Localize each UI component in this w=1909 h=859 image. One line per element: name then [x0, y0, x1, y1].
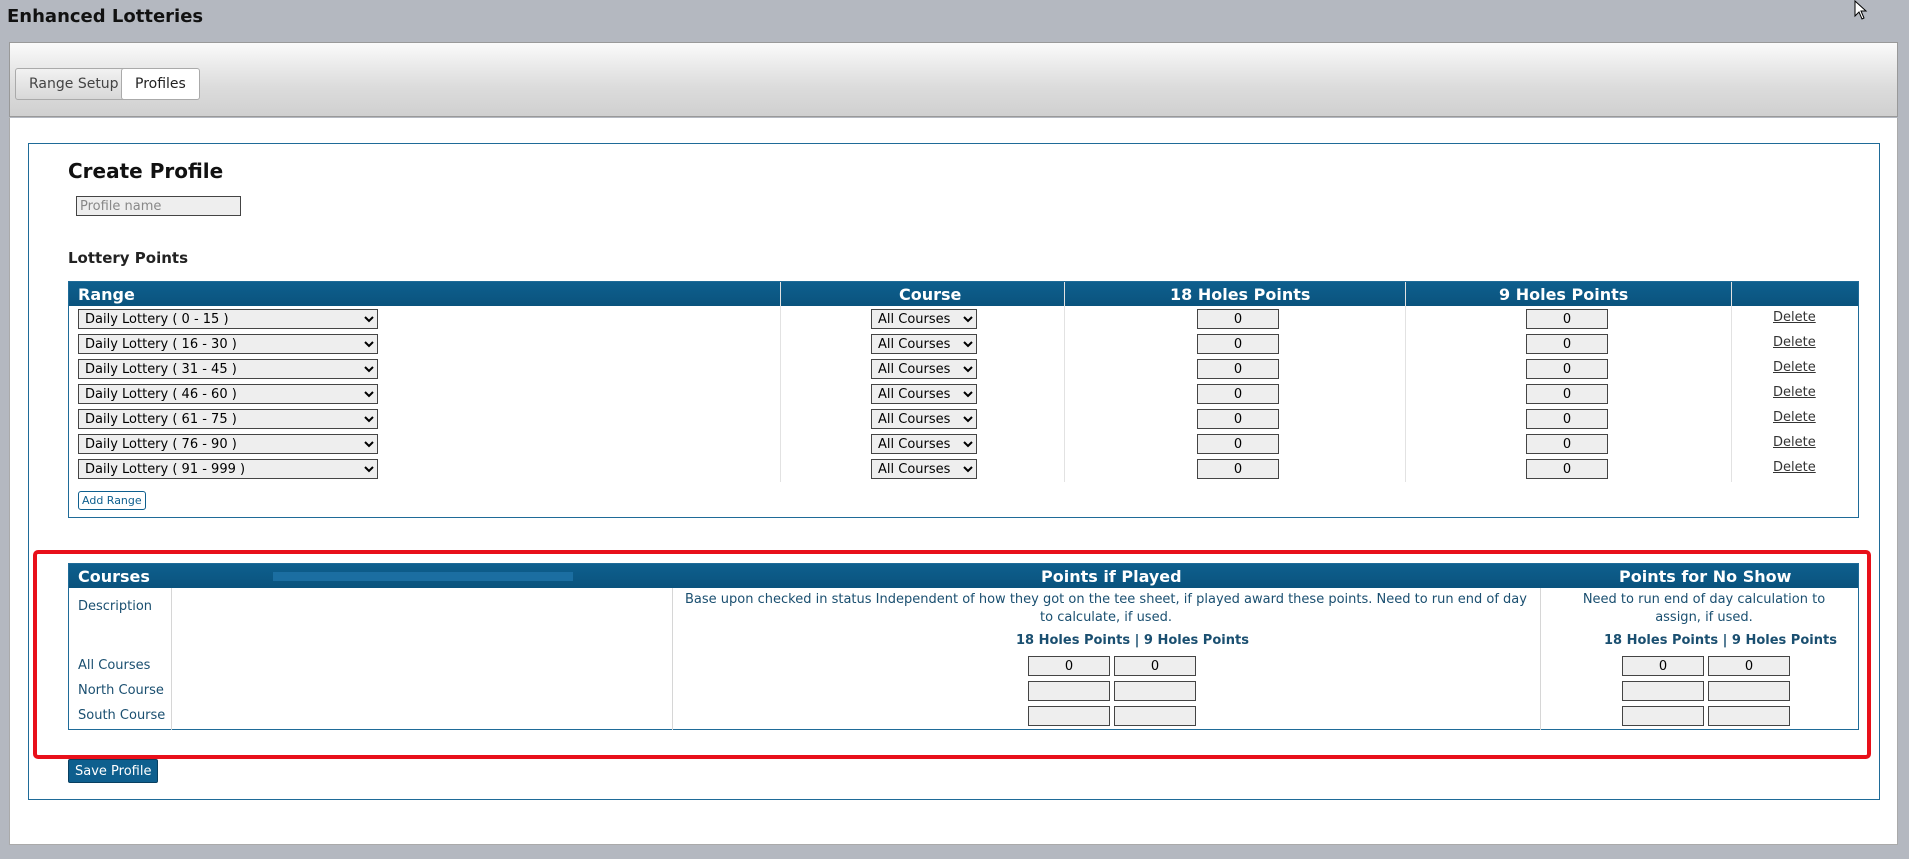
course-select[interactable]: All Courses: [871, 334, 977, 354]
delete-link[interactable]: Delete: [1773, 410, 1816, 425]
no-show-18-points-input[interactable]: [1622, 656, 1704, 676]
delete-link[interactable]: Delete: [1773, 360, 1816, 375]
range-select[interactable]: Daily Lottery ( 0 - 15 ): [78, 309, 378, 329]
course-name: All Courses: [78, 658, 151, 673]
played-18-points-input[interactable]: [1028, 706, 1110, 726]
played-9-points-input[interactable]: [1114, 706, 1196, 726]
tab-range-setup[interactable]: Range Setup: [15, 68, 133, 100]
app-title: Enhanced Lotteries: [7, 6, 204, 27]
no-show-9-points-input[interactable]: [1708, 706, 1790, 726]
header-18-holes: 18 Holes Points: [1170, 285, 1311, 304]
holes-9-points-input[interactable]: [1526, 384, 1608, 404]
courses-points-table: Courses Points if Played Points for No S…: [68, 563, 1859, 730]
tab-bar: Range Setup Profiles: [9, 42, 1898, 117]
lottery-row: Daily Lottery ( 61 - 75 ) All Courses Dele…: [69, 407, 1858, 432]
holes-18-points-input[interactable]: [1197, 409, 1279, 429]
description-label: Description: [78, 599, 153, 614]
holes-9-points-input[interactable]: [1526, 459, 1608, 479]
range-select[interactable]: Daily Lottery ( 91 - 999 ): [78, 459, 378, 479]
played-subheader: 18 Holes Points | 9 Holes Points: [1016, 633, 1249, 648]
delete-link[interactable]: Delete: [1773, 385, 1816, 400]
holes-9-points-input[interactable]: [1526, 309, 1608, 329]
no-show-description: Need to run end of day calculation to as…: [1582, 592, 1826, 625]
header-courses: Courses: [78, 567, 150, 586]
profile-name-input[interactable]: [76, 196, 241, 216]
page-title: Create Profile: [68, 159, 224, 183]
range-select[interactable]: Daily Lottery ( 16 - 30 ): [78, 334, 378, 354]
no-show-subheader: 18 Holes Points | 9 Holes Points: [1604, 633, 1837, 648]
holes-9-points-input[interactable]: [1526, 409, 1608, 429]
header-points-no-show: Points for No Show: [1619, 567, 1792, 586]
course-select[interactable]: All Courses: [871, 384, 977, 404]
course-select[interactable]: All Courses: [871, 359, 977, 379]
range-select[interactable]: Daily Lottery ( 31 - 45 ): [78, 359, 378, 379]
holes-9-points-input[interactable]: [1526, 434, 1608, 454]
no-show-9-points-input[interactable]: [1708, 681, 1790, 701]
holes-9-points-input[interactable]: [1526, 359, 1608, 379]
holes-18-points-input[interactable]: [1197, 334, 1279, 354]
header-9-holes: 9 Holes Points: [1499, 285, 1629, 304]
course-select[interactable]: All Courses: [871, 409, 977, 429]
tab-profiles[interactable]: Profiles: [121, 68, 200, 100]
delete-link[interactable]: Delete: [1773, 435, 1816, 450]
holes-18-points-input[interactable]: [1197, 459, 1279, 479]
holes-18-points-input[interactable]: [1197, 359, 1279, 379]
course-row: North Course: [69, 680, 1858, 705]
played-9-points-input[interactable]: [1114, 681, 1196, 701]
main-panel: Create Profile Lottery Points Range Cour…: [9, 118, 1898, 845]
played-description: Base upon checked in status Independent …: [685, 592, 1527, 625]
course-select[interactable]: All Courses: [871, 309, 977, 329]
lottery-points-title: Lottery Points: [68, 249, 188, 267]
course-row: All Courses: [69, 655, 1858, 680]
course-name: North Course: [78, 683, 164, 698]
create-profile-card: Create Profile Lottery Points Range Cour…: [28, 143, 1880, 800]
lottery-row: Daily Lottery ( 46 - 60 ) All Courses Dele…: [69, 382, 1858, 407]
courses-table-header: Courses Points if Played Points for No S…: [69, 564, 1858, 588]
holes-18-points-input[interactable]: [1197, 434, 1279, 454]
mouse-cursor-icon: [1854, 0, 1868, 20]
holes-18-points-input[interactable]: [1197, 309, 1279, 329]
delete-link[interactable]: Delete: [1773, 460, 1816, 475]
header-range: Range: [78, 285, 135, 304]
delete-link[interactable]: Delete: [1773, 310, 1816, 325]
lottery-table-header: Range Course 18 Holes Points 9 Holes Poi…: [69, 282, 1858, 306]
course-select[interactable]: All Courses: [871, 459, 977, 479]
add-range-button[interactable]: Add Range: [78, 491, 146, 510]
save-profile-button[interactable]: Save Profile: [68, 759, 159, 783]
no-show-18-points-input[interactable]: [1622, 706, 1704, 726]
range-select[interactable]: Daily Lottery ( 76 - 90 ): [78, 434, 378, 454]
course-name: South Course: [78, 708, 166, 723]
range-select[interactable]: Daily Lottery ( 46 - 60 ): [78, 384, 378, 404]
holes-18-points-input[interactable]: [1197, 384, 1279, 404]
no-show-18-points-input[interactable]: [1622, 681, 1704, 701]
delete-link[interactable]: Delete: [1773, 335, 1816, 350]
header-course: Course: [899, 285, 962, 304]
lottery-row: Daily Lottery ( 31 - 45 ) All Courses Dele…: [69, 357, 1858, 382]
played-18-points-input[interactable]: [1028, 681, 1110, 701]
holes-9-points-input[interactable]: [1526, 334, 1608, 354]
course-select[interactable]: All Courses: [871, 434, 977, 454]
lottery-row: Daily Lottery ( 16 - 30 ) All Courses Dele…: [69, 332, 1858, 357]
lottery-points-table: Range Course 18 Holes Points 9 Holes Poi…: [68, 281, 1859, 518]
lottery-row: Daily Lottery ( 0 - 15 ) All Courses Delet…: [69, 307, 1858, 332]
lottery-row: Daily Lottery ( 91 - 999 ) All Courses Del…: [69, 457, 1858, 482]
course-row: South Course: [69, 705, 1858, 730]
range-select[interactable]: Daily Lottery ( 61 - 75 ): [78, 409, 378, 429]
lottery-row: Daily Lottery ( 76 - 90 ) All Courses Dele…: [69, 432, 1858, 457]
no-show-9-points-input[interactable]: [1708, 656, 1790, 676]
header-bar-decoration: [273, 572, 573, 581]
played-9-points-input[interactable]: [1114, 656, 1196, 676]
played-18-points-input[interactable]: [1028, 656, 1110, 676]
header-points-played: Points if Played: [1041, 567, 1182, 586]
